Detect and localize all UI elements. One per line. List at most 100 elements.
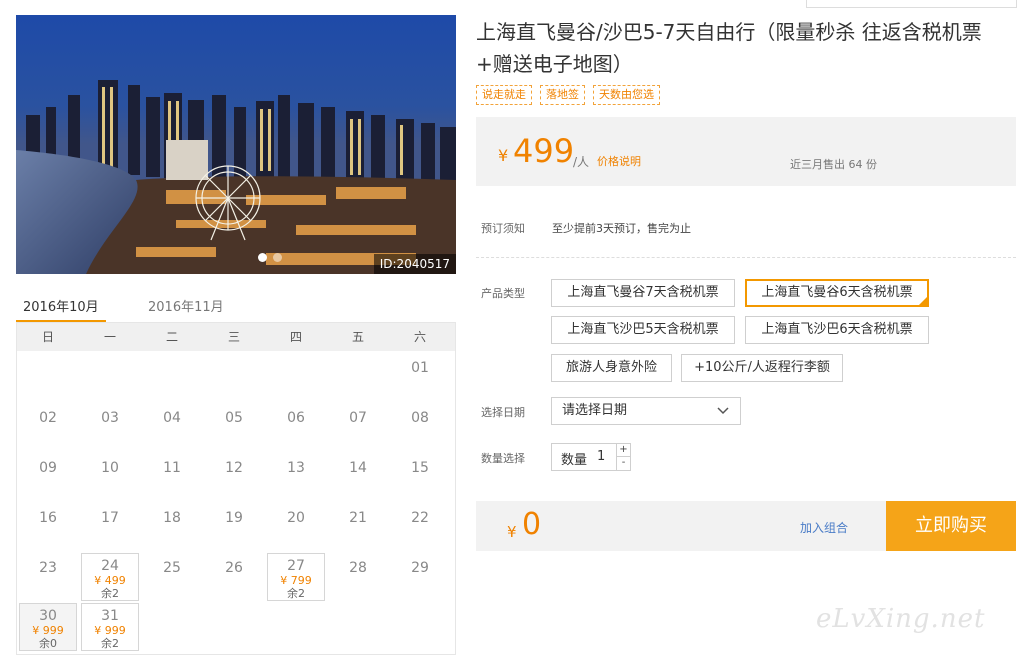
sold-count: 近三月售出 64 份 (790, 158, 877, 171)
option-bkk-7d[interactable]: 上海直飞曼谷7天含税机票 (551, 279, 735, 307)
option-bkk-6d[interactable]: 上海直飞曼谷6天含税机票 (745, 279, 929, 307)
carousel-dots[interactable] (258, 253, 282, 262)
product-tags: 说走就走 落地签 天数由您选 (476, 85, 660, 105)
notice-label: 预订须知 (481, 222, 525, 235)
calendar-day-available[interactable]: 24 ¥ 499 余2 (81, 553, 139, 601)
calendar-day-number: 23 (39, 560, 57, 576)
calendar-day: 10 (81, 453, 139, 501)
calendar-day: 13 (267, 453, 325, 501)
option-accident-insurance[interactable]: 旅游人身意外险 (551, 354, 672, 382)
calendar-day-number: 21 (349, 510, 367, 526)
buy-now-button[interactable]: 立即购买 (886, 501, 1016, 551)
calendar-day-number: 04 (163, 410, 181, 426)
calendar-day: 11 (143, 453, 201, 501)
option-extra-baggage[interactable]: +10公斤/人返程行李额 (681, 354, 843, 382)
quantity-label: 数量选择 (481, 452, 525, 465)
calendar-weekday-header: 日 一 二 三 四 五 六 (17, 323, 455, 351)
calendar-day-number: 30 (39, 608, 57, 624)
calendar-day-number: 14 (349, 460, 367, 476)
calendar-day-number: 09 (39, 460, 57, 476)
calendar-day-price: ¥ 999 (94, 624, 126, 637)
calendar-month-tabs: 2016年10月 2016年11月 (16, 290, 456, 324)
date-label: 选择日期 (481, 406, 525, 419)
total-price: 0 (522, 507, 542, 542)
calendar-day: 06 (267, 403, 325, 451)
calendar-day: 17 (81, 503, 139, 551)
divider (476, 257, 1016, 258)
calendar-day-price: ¥ 499 (94, 574, 126, 587)
weekday-thu: 四 (289, 330, 302, 344)
calendar-day-price: ¥ 999 (32, 624, 64, 637)
weekday-sat: 六 (413, 330, 426, 344)
date-select-value: 请选择日期 (562, 403, 628, 418)
price-box: ¥ 499 /人 价格说明 近三月售出 64 份 (476, 117, 1016, 186)
tab-month-november[interactable]: 2016年11月 (148, 296, 224, 315)
price-note-link[interactable]: 价格说明 (597, 153, 641, 169)
option-sabah-5d[interactable]: 上海直飞沙巴5天含税机票 (551, 316, 735, 344)
calendar-day-price: ¥ 799 (280, 574, 312, 587)
calendar-day-available[interactable]: 31 ¥ 999 余2 (81, 603, 139, 651)
date-select[interactable]: 请选择日期 (551, 397, 741, 425)
currency-symbol: ¥ (498, 146, 509, 165)
calendar-day-number: 03 (101, 410, 119, 426)
calendar-day-number: 26 (225, 560, 243, 576)
calendar-day-remaining: 余2 (101, 587, 119, 600)
total-currency-symbol: ¥ (507, 523, 517, 541)
tab-month-october[interactable]: 2016年10月 (23, 296, 99, 315)
calendar-day: 18 (143, 503, 201, 551)
calendar-day-remaining: 余2 (287, 587, 305, 600)
calendar-day-number: 11 (163, 460, 181, 476)
notice-text: 至少提前3天预订，售完为止 (552, 222, 691, 235)
calendar-day: 03 (81, 403, 139, 451)
calendar-day-available[interactable]: 27 ¥ 799 余2 (267, 553, 325, 601)
calendar-day-number: 08 (411, 410, 429, 426)
quantity-increase-button[interactable]: + (616, 444, 630, 457)
calendar-day-number: 27 (287, 558, 305, 574)
calendar-day-number: 18 (163, 510, 181, 526)
add-to-combo-link[interactable]: 加入组合 (800, 519, 848, 536)
weekday-sun: 日 (41, 330, 54, 344)
calendar-day-number: 05 (225, 410, 243, 426)
option-label: 上海直飞沙巴6天含税机票 (761, 322, 913, 337)
calendar-day: 29 (391, 553, 449, 601)
tag-badge: 落地签 (540, 85, 585, 105)
calendar-day-number: 06 (287, 410, 305, 426)
calendar-day: 08 (391, 403, 449, 451)
calendar-day-number: 02 (39, 410, 57, 426)
price-unit: /人 (573, 155, 590, 169)
calendar-day-number: 17 (101, 510, 119, 526)
calendar-day: 12 (205, 453, 263, 501)
option-label: 上海直飞曼谷7天含税机票 (567, 285, 719, 300)
calendar-day-number: 10 (101, 460, 119, 476)
tag-badge: 说走就走 (476, 85, 532, 105)
calendar-day-available[interactable]: 30 ¥ 999 余0 (19, 603, 77, 651)
calendar-day: 14 (329, 453, 387, 501)
calendar-day-number: 12 (225, 460, 243, 476)
calendar-day-number: 13 (287, 460, 305, 476)
calendar-day: 02 (19, 403, 77, 451)
calendar-day-number: 16 (39, 510, 57, 526)
quantity-value[interactable]: 1 (597, 449, 605, 464)
calendar-day: 07 (329, 403, 387, 451)
calendar-day-number: 31 (101, 608, 119, 624)
calendar-day-number: 28 (349, 560, 367, 576)
carousel-dot[interactable] (258, 253, 267, 262)
calendar-day: 15 (391, 453, 449, 501)
calendar-day: 28 (329, 553, 387, 601)
option-sabah-6d[interactable]: 上海直飞沙巴6天含税机票 (745, 316, 929, 344)
weekday-fri: 五 (351, 330, 364, 344)
calendar-day: 26 (205, 553, 263, 601)
carousel-dot[interactable] (273, 253, 282, 262)
option-label: 上海直飞沙巴5天含税机票 (567, 322, 719, 337)
bangkok-skyline-illustration (16, 15, 456, 274)
calendar-day: 25 (143, 553, 201, 601)
calendar-day-number: 15 (411, 460, 429, 476)
product-hero-image[interactable]: ID:2040517 (16, 15, 456, 274)
calendar-day-number: 24 (101, 558, 119, 574)
quantity-decrease-button[interactable]: - (616, 457, 630, 470)
header-partial-box (806, 0, 1017, 8)
weekday-wed: 三 (227, 330, 240, 344)
tag-badge: 天数由您选 (593, 85, 660, 105)
calendar-day: 20 (267, 503, 325, 551)
calendar-day: 01 (391, 353, 449, 401)
